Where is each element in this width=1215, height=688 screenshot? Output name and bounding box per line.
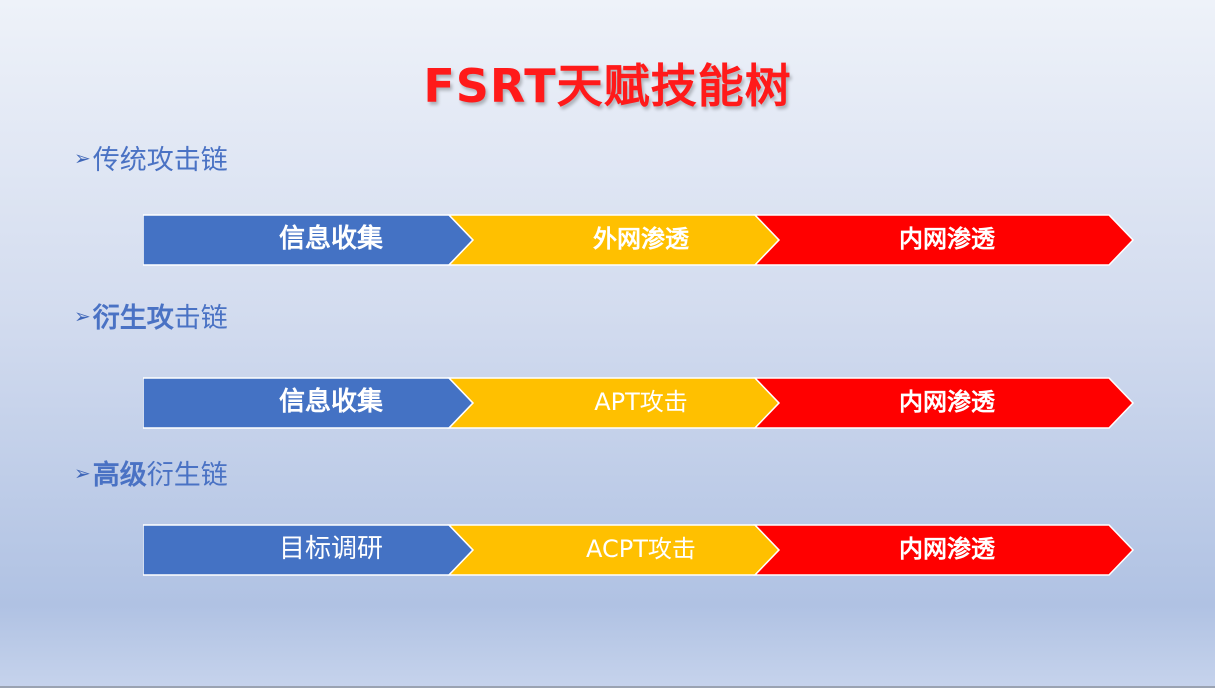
chain-step-external-penetration: 外网渗透 <box>593 225 689 253</box>
heading-text: 传统攻击链 <box>92 145 228 176</box>
heading-bold-part: 高级 <box>92 460 147 491</box>
chain-heading-advanced: ➢ 高级 衍生链 <box>74 453 228 492</box>
bullet-arrow-icon: ➢ <box>74 145 91 170</box>
chain-step-internal-penetration: 内网渗透 <box>899 225 995 253</box>
heading-bold-part: 衍生攻 <box>92 303 174 334</box>
chain-step-internal-penetration: 内网渗透 <box>899 388 995 416</box>
attack-chain-traditional: 信息收集 外网渗透 内网渗透 <box>143 214 1135 266</box>
heading-text: 衍生链 <box>146 460 228 491</box>
bullet-arrow-icon: ➢ <box>74 460 91 485</box>
chain-step-apt-attack: APT攻击 <box>594 388 688 416</box>
attack-chain-advanced: 目标调研 ACPT攻击 内网渗透 <box>143 524 1135 576</box>
chain-heading-derived: ➢ 衍生攻 击链 <box>74 296 228 335</box>
chain-heading-traditional: ➢ 传统攻击链 <box>74 138 228 177</box>
chain-step-target-research: 目标调研 <box>278 534 383 564</box>
chain-step-recon: 信息收集 <box>278 387 383 417</box>
page-title: FSRT天赋技能树 <box>423 59 792 113</box>
heading-text: 击链 <box>173 303 228 334</box>
chain-step-recon: 信息收集 <box>278 224 383 254</box>
chain-step-acpt-attack: ACPT攻击 <box>586 535 696 563</box>
attack-chain-derived: 信息收集 APT攻击 内网渗透 <box>143 377 1135 429</box>
chain-step-internal-penetration: 内网渗透 <box>899 535 995 563</box>
bullet-arrow-icon: ➢ <box>74 303 91 328</box>
